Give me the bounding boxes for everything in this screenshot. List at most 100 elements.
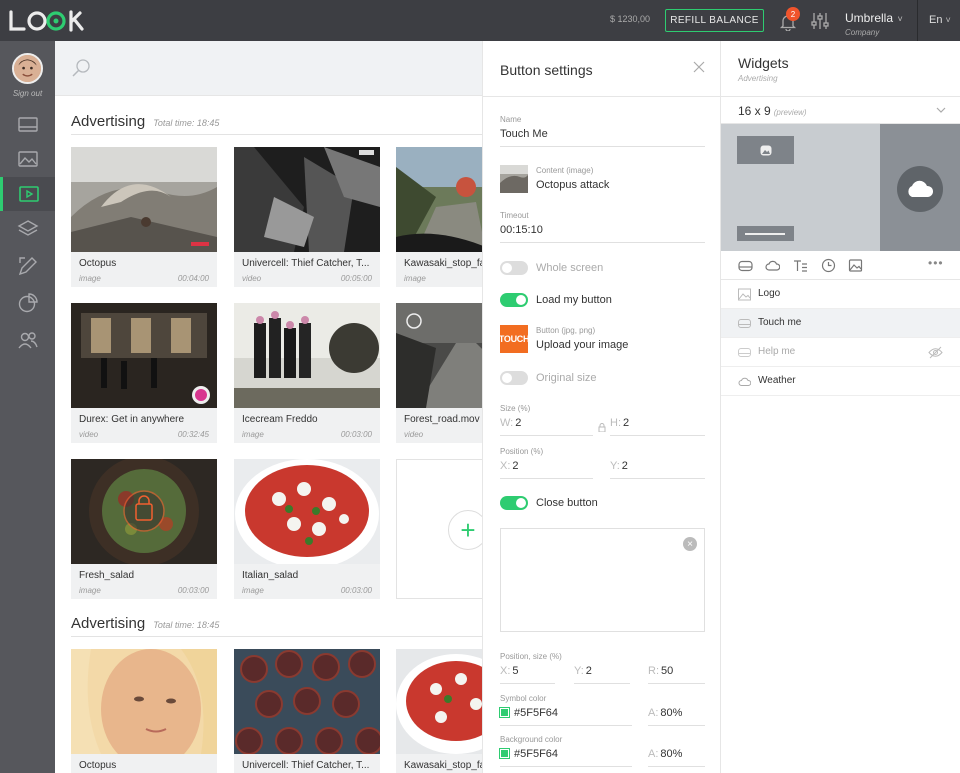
size-height-field[interactable]: H: 2 bbox=[610, 417, 629, 429]
media-card[interactable]: Kawasaki_stop_fa bbox=[396, 649, 482, 773]
look-logo[interactable] bbox=[8, 8, 92, 34]
media-type: video bbox=[242, 274, 262, 283]
position-x-field[interactable]: X: 2 bbox=[500, 460, 519, 472]
media-type: image bbox=[79, 586, 101, 595]
preview-logo[interactable] bbox=[737, 136, 794, 164]
touch-button-preview-text: TOUCH bbox=[500, 334, 528, 344]
close-icon[interactable] bbox=[693, 61, 705, 73]
search-icon[interactable] bbox=[71, 58, 91, 78]
close-radius-value: 50 bbox=[661, 665, 674, 677]
language-selector[interactable]: En ˅ bbox=[929, 14, 951, 26]
upload-image-link[interactable]: Upload your image bbox=[536, 339, 628, 351]
color-swatch[interactable] bbox=[500, 708, 509, 717]
media-name: Forest_road.mov bbox=[404, 414, 480, 425]
clock-icon[interactable] bbox=[821, 258, 836, 273]
close-radius-field[interactable]: R: 50 bbox=[648, 665, 673, 677]
name-field[interactable]: Touch Me bbox=[500, 128, 548, 140]
media-card[interactable]: Italian_salad image 00:03:00 bbox=[234, 459, 380, 599]
video-icon[interactable] bbox=[0, 177, 55, 211]
close-y-value: 2 bbox=[585, 665, 592, 677]
lock-icon[interactable] bbox=[598, 423, 606, 432]
timeout-field[interactable]: 00:15:10 bbox=[500, 224, 543, 236]
text-icon[interactable] bbox=[793, 258, 808, 273]
chevron-down-icon bbox=[936, 107, 946, 113]
screen-preview[interactable] bbox=[721, 124, 960, 251]
image-icon[interactable] bbox=[848, 258, 863, 273]
background-alpha-field[interactable]: A: 80% bbox=[648, 748, 682, 760]
media-card[interactable]: Octopus image 00:04:00 bbox=[71, 147, 217, 287]
symbol-alpha-value: 80% bbox=[660, 707, 683, 719]
load-button-toggle[interactable] bbox=[500, 293, 528, 307]
position-y-field[interactable]: Y: 2 bbox=[610, 460, 628, 472]
close-button-toggle[interactable] bbox=[500, 496, 528, 510]
sliders-icon[interactable] bbox=[810, 11, 830, 31]
close-button-preview[interactable]: × bbox=[500, 528, 705, 632]
add-button[interactable]: + bbox=[448, 510, 482, 550]
widget-item-help-me[interactable]: Help me bbox=[721, 338, 960, 367]
media-card[interactable]: Durex: Get in anywhere video 00:32:45 bbox=[71, 303, 217, 443]
size-width-field[interactable]: W: 2 bbox=[500, 417, 521, 429]
preview-button[interactable] bbox=[737, 226, 794, 241]
button-icon[interactable] bbox=[738, 258, 753, 273]
size-height-value: 2 bbox=[623, 417, 630, 429]
media-thumbnail bbox=[71, 649, 217, 754]
close-icon[interactable]: × bbox=[683, 537, 697, 551]
eye-hidden-icon[interactable] bbox=[928, 346, 943, 359]
refill-balance-button[interactable]: REFILL BALANCE bbox=[665, 9, 764, 32]
users-icon[interactable] bbox=[0, 323, 55, 357]
widget-item-weather[interactable]: Weather bbox=[721, 367, 960, 396]
content-value[interactable]: Octopus attack bbox=[536, 179, 609, 191]
media-card[interactable]: Univercell: Thief Catcher, T... bbox=[234, 649, 380, 773]
widget-item-touch-me[interactable]: Touch me bbox=[721, 309, 960, 338]
monitor-icon[interactable] bbox=[0, 108, 55, 142]
position-x-value: 2 bbox=[512, 460, 519, 472]
media-card[interactable]: Icecream Freddo image 00:03:00 bbox=[234, 303, 380, 443]
more-icon[interactable]: ••• bbox=[928, 256, 944, 270]
sign-out-link[interactable]: Sign out bbox=[0, 89, 55, 98]
media-card[interactable]: Forest_road.mov video bbox=[396, 303, 482, 443]
original-size-toggle[interactable] bbox=[500, 371, 528, 385]
search-bar[interactable] bbox=[55, 41, 482, 96]
size-width-value: 2 bbox=[515, 417, 522, 429]
avatar[interactable] bbox=[12, 53, 43, 84]
close-radius-prefix: R: bbox=[648, 665, 659, 677]
edit-icon[interactable] bbox=[0, 249, 55, 283]
media-card[interactable]: Univercell: Thief Catcher, T... video 00… bbox=[234, 147, 380, 287]
media-name: Univercell: Thief Catcher, T... bbox=[242, 760, 370, 771]
button-image-thumbnail[interactable]: TOUCH bbox=[500, 325, 528, 353]
widget-item-logo[interactable]: Logo bbox=[721, 280, 960, 309]
widget-label: Touch me bbox=[758, 317, 802, 328]
size-label: Size (%) bbox=[500, 404, 531, 413]
cloud-icon[interactable] bbox=[765, 258, 780, 273]
content-thumbnail[interactable] bbox=[500, 165, 528, 193]
divider bbox=[500, 435, 593, 436]
add-media-card[interactable]: + bbox=[396, 459, 482, 599]
color-swatch[interactable] bbox=[500, 749, 509, 758]
whole-screen-toggle[interactable] bbox=[500, 261, 528, 275]
media-card[interactable]: Octopus bbox=[71, 649, 217, 773]
widget-label: Weather bbox=[758, 375, 796, 386]
background-alpha-prefix: A: bbox=[648, 748, 659, 760]
notification-badge[interactable]: 2 bbox=[786, 7, 800, 21]
image-icon[interactable] bbox=[0, 142, 55, 176]
company-selector[interactable]: Umbrella ˅ Company bbox=[845, 9, 903, 37]
background-color-field[interactable]: #5F5F64 bbox=[500, 748, 558, 760]
close-y-prefix: Y: bbox=[574, 665, 584, 677]
ratio-note: (preview) bbox=[773, 108, 807, 117]
divider bbox=[500, 242, 705, 243]
ratio-selector[interactable]: 16 x 9 (preview) bbox=[721, 96, 960, 124]
media-thumbnail bbox=[396, 147, 482, 252]
symbol-alpha-field[interactable]: A: 80% bbox=[648, 707, 682, 719]
cloud-icon[interactable] bbox=[897, 166, 943, 212]
section-total-time: Total time: 18:45 bbox=[153, 620, 220, 630]
close-y-field[interactable]: Y: 2 bbox=[574, 665, 592, 677]
position-label: Position (%) bbox=[500, 447, 544, 456]
divider bbox=[483, 96, 720, 97]
media-card[interactable]: Fresh_salad image 00:03:00 bbox=[71, 459, 217, 599]
close-x-field[interactable]: X: 5 bbox=[500, 665, 519, 677]
layers-icon[interactable] bbox=[0, 212, 55, 246]
symbol-color-field[interactable]: #5F5F64 bbox=[500, 707, 558, 719]
media-card[interactable]: Kawasaki_stop_fa image bbox=[396, 147, 482, 287]
chart-icon[interactable] bbox=[0, 286, 55, 320]
button-icon bbox=[738, 319, 751, 328]
